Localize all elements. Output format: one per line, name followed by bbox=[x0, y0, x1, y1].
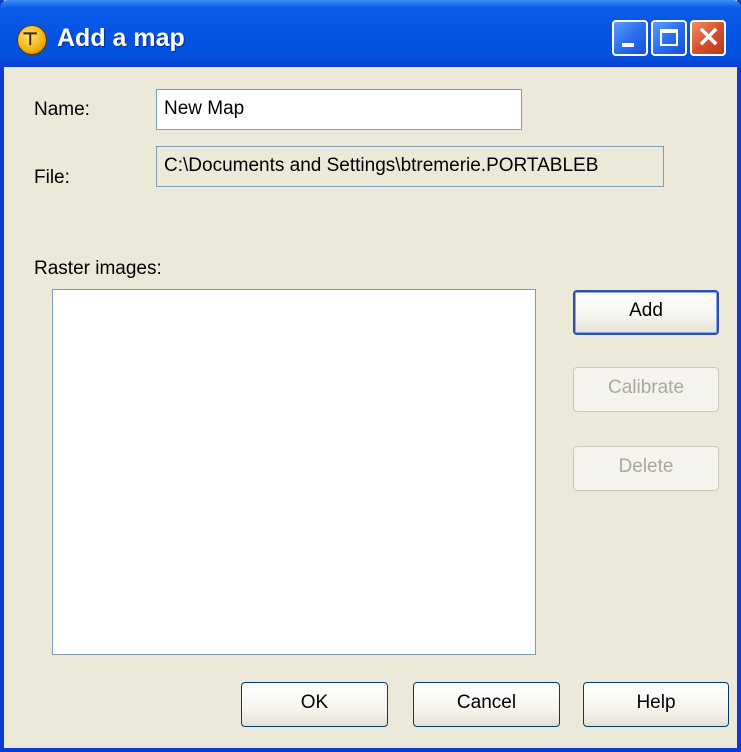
calibrate-button[interactable]: Calibrate bbox=[573, 367, 719, 412]
delete-button[interactable]: Delete bbox=[573, 446, 719, 491]
raster-images-list[interactable] bbox=[52, 289, 536, 655]
maximize-icon bbox=[660, 29, 678, 46]
maximize-button[interactable] bbox=[651, 20, 687, 56]
name-label: Name: bbox=[34, 99, 90, 120]
add-map-dialog: ⊤ Add a map × Name: New Map File: C:\Doc… bbox=[0, 0, 741, 752]
file-path-field: C:\Documents and Settings\btremerie.PORT… bbox=[156, 146, 664, 187]
cancel-button[interactable]: Cancel bbox=[413, 682, 560, 727]
close-icon: × bbox=[696, 19, 722, 54]
title-bar[interactable]: ⊤ Add a map × bbox=[0, 0, 741, 67]
help-button[interactable]: Help bbox=[583, 682, 729, 727]
raster-images-label: Raster images: bbox=[34, 258, 162, 279]
app-logo-icon: ⊤ bbox=[17, 25, 47, 55]
file-label: File: bbox=[34, 167, 70, 188]
ok-button[interactable]: OK bbox=[241, 682, 388, 727]
add-button[interactable]: Add bbox=[573, 290, 719, 335]
name-input[interactable]: New Map bbox=[156, 89, 522, 130]
minimize-button[interactable] bbox=[612, 20, 648, 56]
window-title: Add a map bbox=[57, 24, 185, 52]
minimize-icon bbox=[622, 43, 634, 47]
close-button[interactable]: × bbox=[690, 19, 726, 56]
